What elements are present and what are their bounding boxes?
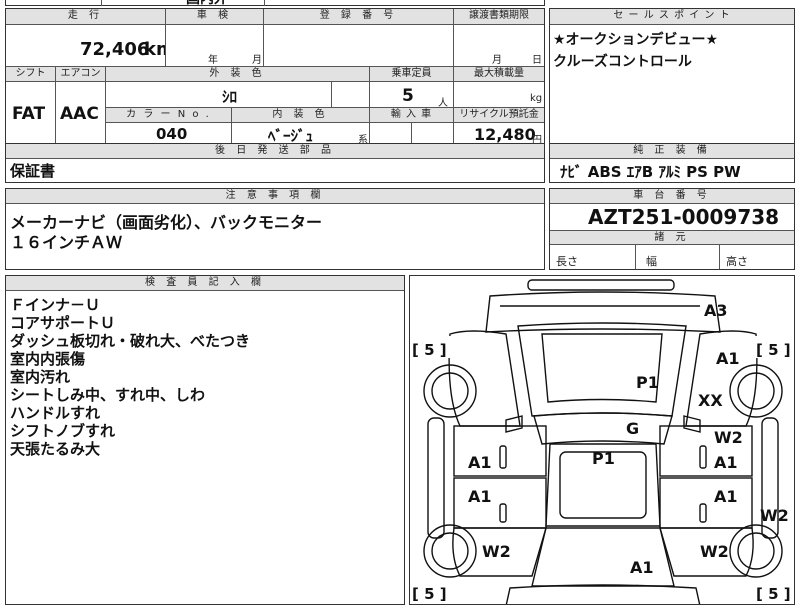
later-parts-box: 後 日 発 送 部 品 保証書: [5, 143, 545, 183]
notes-line-2: １６インチＡＷ: [10, 233, 123, 252]
recycle-cell: 12,480 円: [454, 123, 544, 145]
damage-mark-right-mirror: XX: [698, 391, 723, 410]
capacity-value: 5: [402, 86, 414, 106]
genuine-equipment-header: 純 正 装 備: [550, 144, 794, 159]
color-no-header: カ ラ ー N o .: [106, 108, 232, 123]
damage-mark-rear-left-door: A1: [468, 487, 492, 506]
exterior-color-extra-cell: [332, 82, 370, 108]
damage-mark-front-bumper: A3: [704, 301, 728, 320]
notes-box: 注 意 事 項 欄 メーカーナビ（画面劣化）、バックモニター １６インチＡＷ: [5, 188, 545, 270]
dimensions-header: 諸 元: [550, 230, 794, 245]
damage-mark-roof: P1: [592, 449, 615, 468]
damage-mark-rear-right-door: A1: [714, 487, 738, 506]
damage-mark-rear-right-quarter: W2: [700, 542, 729, 561]
chassis-header: 車 台 番 号: [550, 189, 794, 204]
length-label: 長さ: [556, 255, 578, 268]
import-cell-1: [370, 123, 412, 145]
capacity-cell: 5 人: [370, 82, 454, 108]
registration-header: 登 録 番 号: [264, 9, 454, 25]
shift-cell: FAT: [6, 82, 56, 145]
exterior-color-cell: ｼﾛ: [106, 82, 332, 108]
inspection-year: 年: [208, 55, 218, 66]
inspection-month: 月: [252, 55, 262, 66]
max-load-unit: kg: [530, 93, 543, 104]
capacity-header: 乗車定員: [370, 67, 454, 82]
interior-color-header: 内 装 色: [232, 108, 370, 123]
height-label: 高さ: [726, 255, 748, 268]
mileage-cell: 72,406 km: [6, 25, 166, 67]
shift-header: シフト: [6, 67, 56, 82]
damage-mark-rear-hatch: A1: [630, 558, 654, 577]
genuine-equipment-box: 純 正 装 備 ﾅﾋﾞ ABS ｴｱB ｱﾙﾐ PS PW: [549, 143, 795, 183]
inspector-line-9: 天張たるみ大: [10, 440, 101, 458]
width-cell: 幅: [636, 245, 720, 269]
transfer-month: 月: [492, 55, 502, 66]
tire-mark-front-left: [ 5 ]: [412, 341, 447, 359]
color-no-value: 040: [156, 125, 188, 143]
notes-header: 注 意 事 項 欄: [6, 189, 544, 204]
inspection-cell: 年 月: [166, 25, 264, 67]
shift-value: FAT: [12, 104, 46, 124]
width-label: 幅: [646, 255, 657, 268]
damage-mark-rear-left-quarter: W2: [482, 542, 511, 561]
tire-mark-rear-right: [ 5 ]: [756, 585, 791, 603]
aircon-cell: AAC: [56, 82, 106, 145]
damage-mark-front-left-door: A1: [468, 453, 492, 472]
mileage-header: 走 行: [6, 9, 166, 25]
inspector-box: 検 査 員 記 入 欄 Ｆインナ－Ｕ コアサポートＵ ダッシュ板切れ・破れ大、べ…: [5, 275, 405, 605]
later-parts-header: 後 日 発 送 部 品: [6, 144, 544, 159]
aircon-value: AAC: [60, 104, 99, 124]
interior-color-value: ﾍﾞｰｼﾞｭ: [268, 127, 314, 145]
recycle-value: 12,480: [474, 125, 536, 144]
tire-mark-rear-left: [ 5 ]: [412, 585, 447, 603]
inspector-header: 検 査 員 記 入 欄: [6, 276, 404, 291]
genuine-equipment-value: ﾅﾋﾞ ABS ｴｱB ｱﾙﾐ PS PW: [560, 163, 741, 181]
sales-points-header: セ ー ル ス ポ イ ン ト: [550, 9, 794, 25]
chassis-value: AZT251-0009738: [588, 205, 780, 229]
damage-mark-right-sill: W2: [760, 506, 789, 525]
vehicle-info-table: 走 行 車 検 登 録 番 号 譲渡書類期限 72,406 km 年 月 月 日…: [5, 8, 545, 145]
exterior-color-value: ｼﾛ: [222, 88, 238, 106]
recycle-header: リサイクル預託金: [454, 108, 544, 123]
transfer-deadline-header: 譲渡書類期限: [454, 9, 544, 25]
exterior-color-header: 外 装 色: [106, 67, 370, 82]
max-load-cell: kg: [454, 82, 544, 108]
color-no-cell: 040: [106, 123, 232, 145]
car-diagram: [ 5 ] [ 5 ] [ 5 ] [ 5 ] A3 A1 P1 XX G W2…: [410, 279, 794, 604]
transfer-day: 日: [532, 55, 542, 66]
capacity-unit: 人: [438, 98, 448, 108]
chassis-box: 車 台 番 号 AZT251-0009738 諸 元 長さ 幅 高さ: [549, 188, 795, 270]
damage-mark-hood: P1: [636, 373, 659, 392]
tire-mark-front-right: [ 5 ]: [756, 341, 791, 359]
mileage-value: 72,406: [80, 39, 150, 60]
damage-mark-front-right-fender: A1: [716, 349, 740, 368]
sales-points-box: セ ー ル ス ポ イ ン ト ★オークションデビュー★ クルーズコントロール: [549, 8, 795, 144]
car-diagram-box: [ 5 ] [ 5 ] [ 5 ] [ 5 ] A3 A1 P1 XX G W2…: [409, 275, 795, 605]
mileage-unit: km: [144, 39, 165, 60]
transfer-deadline-cell: 月 日: [454, 25, 544, 67]
damage-mark-front-right-door-upper: W2: [714, 428, 743, 447]
aircon-header: エアコン: [56, 67, 106, 82]
damage-mark-front-right-door: A1: [714, 453, 738, 472]
height-cell: 高さ: [720, 245, 794, 269]
registration-cell: [264, 25, 454, 67]
import-header: 輸 入 車: [370, 108, 454, 123]
max-load-header: 最大積載量: [454, 67, 544, 82]
interior-color-cell: ﾍﾞｰｼﾞｭ 系: [232, 123, 370, 145]
top-strip: 国内外: [5, 0, 545, 8]
top-strip-text: 国内外: [186, 0, 228, 8]
sales-point-2: クルーズコントロール: [553, 54, 692, 70]
length-cell: 長さ: [550, 245, 636, 269]
later-parts-value: 保証書: [10, 162, 56, 180]
import-cell-2: [412, 123, 454, 145]
sales-point-1: ★オークションデビュー★: [553, 32, 719, 48]
damage-mark-windshield: G: [626, 419, 639, 438]
inspection-header: 車 検: [166, 9, 264, 25]
